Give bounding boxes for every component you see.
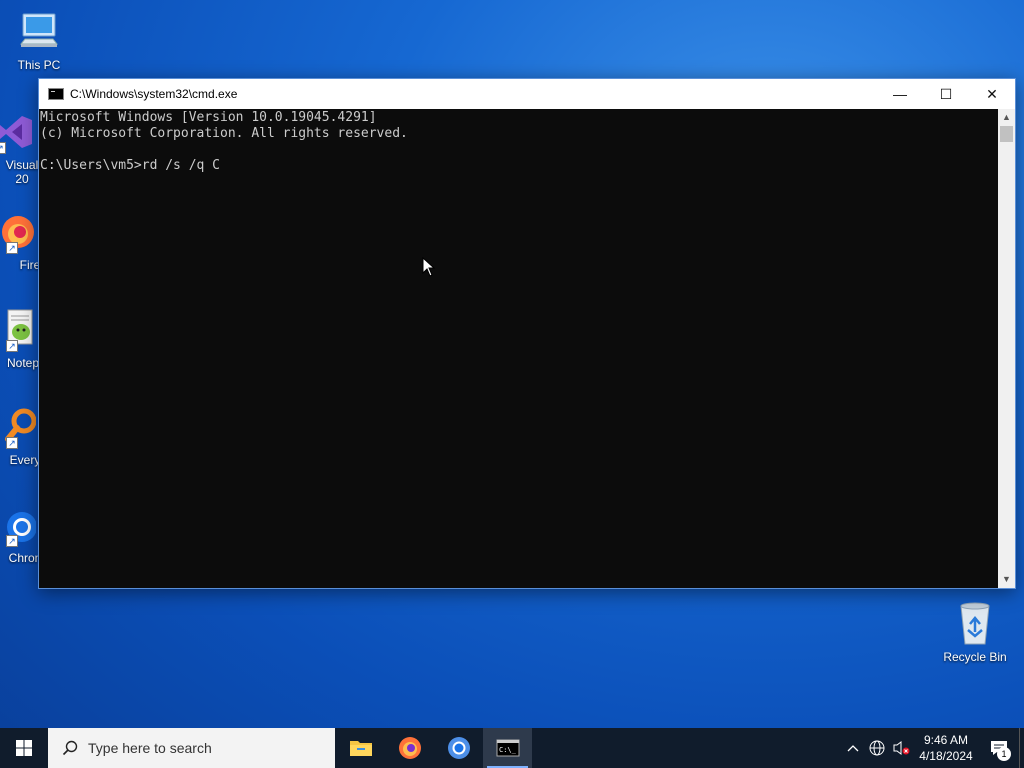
taskbar: Type here to search C:\_ 9:46 AM 4/18/20… bbox=[0, 728, 1024, 768]
taskbar-file-explorer[interactable] bbox=[336, 728, 385, 768]
volume-muted-icon[interactable] bbox=[889, 728, 913, 768]
taskbar-clock[interactable]: 9:46 AM 4/18/2024 bbox=[913, 732, 979, 764]
shortcut-arrow-icon: ↗ bbox=[0, 142, 6, 154]
clock-time: 9:46 AM bbox=[923, 733, 969, 747]
shortcut-arrow-icon: ↗ bbox=[6, 535, 18, 547]
vertical-scrollbar[interactable]: ▲ ▼ bbox=[998, 109, 1015, 588]
console-output[interactable]: Microsoft Windows [Version 10.0.19045.42… bbox=[39, 109, 999, 588]
desktop-icon-label: Recycle Bin bbox=[943, 650, 1007, 664]
search-icon bbox=[62, 740, 78, 756]
desktop-icon-label: This PC bbox=[17, 58, 61, 72]
scroll-down-icon[interactable]: ▼ bbox=[998, 571, 1015, 588]
desktop-icon-this-pc[interactable]: This PC bbox=[1, 10, 77, 72]
minimize-icon: — bbox=[893, 86, 907, 102]
cmd-app-icon bbox=[48, 88, 64, 100]
start-button[interactable] bbox=[0, 728, 48, 768]
everything-search-icon: ↗ bbox=[0, 405, 37, 449]
title-bar[interactable]: C:\Windows\system32\cmd.exe — ☐ ✕ bbox=[39, 79, 1015, 109]
taskbar-command-prompt[interactable]: C:\_ bbox=[483, 728, 532, 768]
firefox-icon: ↗ bbox=[0, 210, 36, 254]
shortcut-arrow-icon: ↗ bbox=[6, 340, 18, 352]
windows-logo-icon bbox=[16, 740, 32, 756]
clock-date: 4/18/2024 bbox=[919, 749, 973, 763]
show-hidden-icons-chevron-up-icon[interactable] bbox=[841, 728, 865, 768]
taskbar-chrome[interactable] bbox=[434, 728, 483, 768]
close-icon: ✕ bbox=[986, 85, 998, 102]
visual-studio-icon: ↗ bbox=[0, 110, 36, 154]
desktop-icon-recycle-bin[interactable]: Recycle Bin bbox=[937, 602, 1013, 664]
console-line: (c) Microsoft Corporation. All rights re… bbox=[40, 126, 408, 141]
recycle-bin-icon bbox=[953, 602, 997, 646]
cmd-window[interactable]: C:\Windows\system32\cmd.exe — ☐ ✕ Micros… bbox=[38, 78, 1016, 589]
taskbar-firefox[interactable] bbox=[385, 728, 434, 768]
console-line: Microsoft Windows [Version 10.0.19045.42… bbox=[40, 110, 377, 125]
notification-count-badge: 1 bbox=[997, 747, 1011, 761]
mouse-cursor-icon bbox=[422, 256, 436, 282]
notepad-plus-plus-icon: ↗ bbox=[0, 308, 36, 352]
folder-icon bbox=[349, 741, 372, 756]
close-button[interactable]: ✕ bbox=[969, 79, 1015, 109]
computer-icon bbox=[17, 10, 61, 54]
chrome-icon bbox=[447, 737, 470, 759]
show-desktop-button[interactable] bbox=[1019, 728, 1024, 768]
chrome-icon: ↗ bbox=[0, 503, 37, 547]
console-prompt-line: C:\Users\vm5>rd /s /q C bbox=[40, 158, 221, 173]
search-placeholder: Type here to search bbox=[88, 740, 212, 756]
maximize-icon: ☐ bbox=[939, 85, 953, 102]
firefox-icon bbox=[398, 737, 421, 759]
shortcut-arrow-icon: ↗ bbox=[6, 437, 18, 449]
shortcut-arrow-icon: ↗ bbox=[6, 242, 18, 254]
system-tray: 9:46 AM 4/18/2024 1 bbox=[841, 728, 1024, 768]
maximize-button[interactable]: ☐ bbox=[923, 79, 969, 109]
scroll-up-icon[interactable]: ▲ bbox=[998, 109, 1015, 126]
desktop-icon-label: Visual 20 bbox=[5, 158, 39, 186]
svg-text:C:\_: C:\_ bbox=[499, 746, 517, 754]
minimize-button[interactable]: — bbox=[877, 79, 923, 109]
network-globe-icon[interactable] bbox=[865, 728, 889, 768]
action-center-button[interactable]: 1 bbox=[979, 728, 1019, 768]
command-prompt-icon: C:\_ bbox=[496, 739, 519, 757]
taskbar-search-box[interactable]: Type here to search bbox=[48, 728, 335, 768]
scroll-thumb[interactable] bbox=[1000, 126, 1013, 142]
window-title: C:\Windows\system32\cmd.exe bbox=[70, 87, 238, 101]
